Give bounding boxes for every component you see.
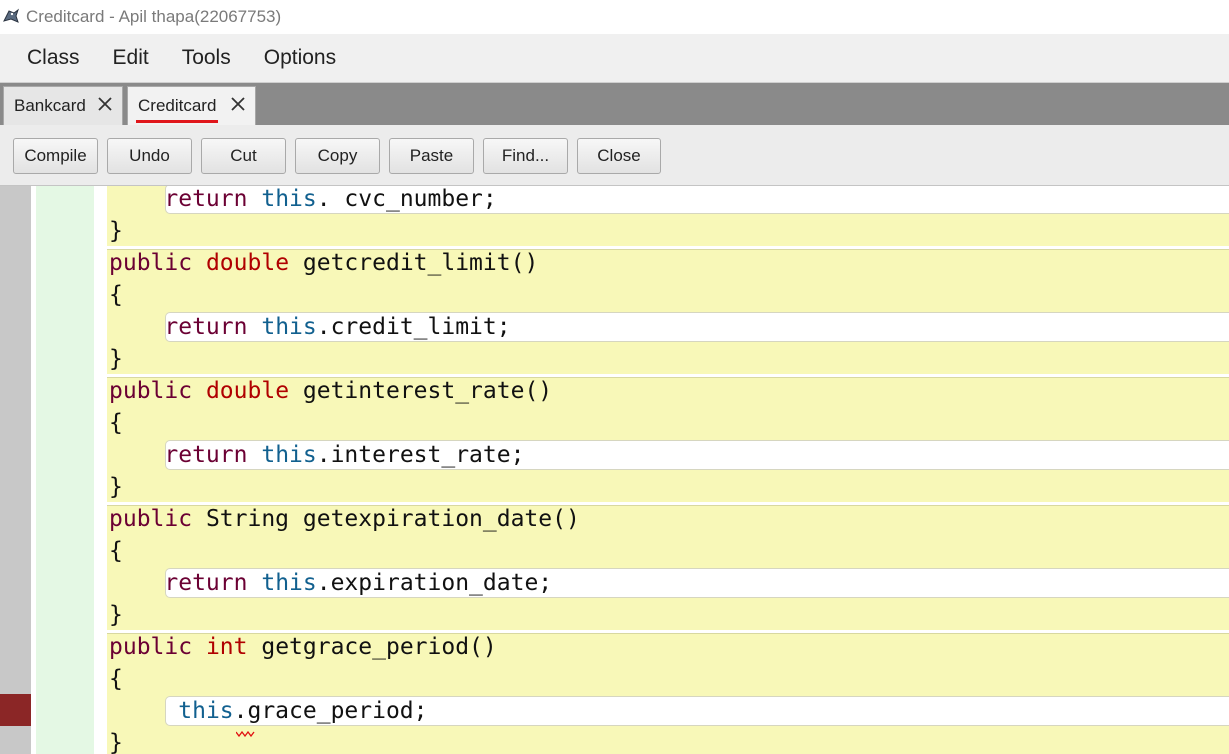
line-gutter[interactable] [0,186,31,754]
paste-button[interactable]: Paste [389,138,474,174]
code-text: { [109,410,123,436]
code-editor[interactable]: return this. cvc_number;} public double g… [0,186,1229,754]
close-button[interactable]: Close [577,138,661,174]
code-text: } [109,218,123,244]
bluej-bird-icon [0,6,22,28]
code-line[interactable]: this.grace_period; [109,695,428,727]
menu-class[interactable]: Class [27,46,80,70]
code-line[interactable]: } [109,215,123,247]
tab-creditcard[interactable]: Creditcard [127,86,256,125]
code-text: getgrace_period() [247,634,497,660]
code-type: int [205,634,248,660]
code-line[interactable]: public int getgrace_period() [109,631,497,663]
tab-strip: Bankcard Creditcard [0,83,1229,125]
code-keyword: return [164,314,248,340]
menu-edit[interactable]: Edit [113,46,149,70]
code-keyword: return [164,186,248,212]
code-line[interactable]: } [109,599,123,631]
undo-button[interactable]: Undo [107,138,192,174]
code-line[interactable]: { [109,279,123,311]
editor-toolbar: Compile Undo Cut Copy Paste Find... Clos… [0,125,1229,186]
code-text: .expiration_date; [316,570,553,596]
code-this: this [261,570,317,596]
cut-button[interactable]: Cut [201,138,286,174]
code-text: } [109,602,123,628]
code-text: getinterest_rate() [289,378,553,404]
title-bar: Creditcard - Apil thapa(22067753) [0,0,1229,34]
code-line[interactable]: } [109,343,123,375]
code-keyword: return [164,570,248,596]
code-line[interactable]: { [109,407,123,439]
menu-bar: Class Edit Tools Options [0,34,1229,83]
code-this: this [261,186,317,212]
code-text: .grace_period; [233,698,428,724]
code-line[interactable]: { [109,535,123,567]
code-line[interactable]: return this.expiration_date; [109,567,552,599]
code-line[interactable]: } [109,471,123,503]
gutter-separator [31,186,34,754]
class-scope-highlight [36,186,94,754]
code-line[interactable]: public double getcredit_limit() [109,247,538,279]
menu-tools[interactable]: Tools [182,46,231,70]
menu-options[interactable]: Options [264,46,336,70]
code-line[interactable]: public double getinterest_rate() [109,375,552,407]
close-tab-icon[interactable] [229,95,247,113]
code-text: { [109,282,123,308]
code-keyword: return [164,442,248,468]
code-keyword: public [109,250,193,276]
tab-label: Bankcard [14,96,86,115]
code-type: double [205,250,290,276]
code-keyword: public [109,634,193,660]
code-text: .interest_rate; [316,442,525,468]
error-marker[interactable] [0,694,31,726]
code-line[interactable]: { [109,663,123,695]
code-text: } [109,474,123,500]
compile-button[interactable]: Compile [13,138,98,174]
close-tab-icon[interactable] [96,95,114,113]
code-line[interactable]: } [109,727,123,754]
code-line[interactable]: public String getexpiration_date() [109,503,580,535]
code-this: this [178,698,234,724]
code-line[interactable]: return this. cvc_number; [109,186,497,215]
find-button[interactable]: Find... [483,138,568,174]
code-type: double [205,378,290,404]
window-title: Creditcard - Apil thapa(22067753) [26,7,282,26]
tab-label: Creditcard [135,96,219,123]
copy-button[interactable]: Copy [295,138,380,174]
code-this: this [261,442,317,468]
code-keyword: public [109,506,193,532]
code-text: { [109,538,123,564]
code-text: getcredit_limit() [289,250,539,276]
code-this: this [261,314,317,340]
code-line[interactable]: return this.credit_limit; [109,311,511,343]
code-text: . cvc_number; [316,186,497,212]
code-text: } [109,346,123,372]
code-text: { [109,666,123,692]
error-squiggle [235,722,256,741]
code-text: .credit_limit; [316,314,511,340]
code-text: } [109,730,123,754]
code-keyword: public [109,378,193,404]
code-line[interactable]: return this.interest_rate; [109,439,524,471]
tab-bankcard[interactable]: Bankcard [3,86,123,125]
code-text: String getexpiration_date() [192,506,580,532]
